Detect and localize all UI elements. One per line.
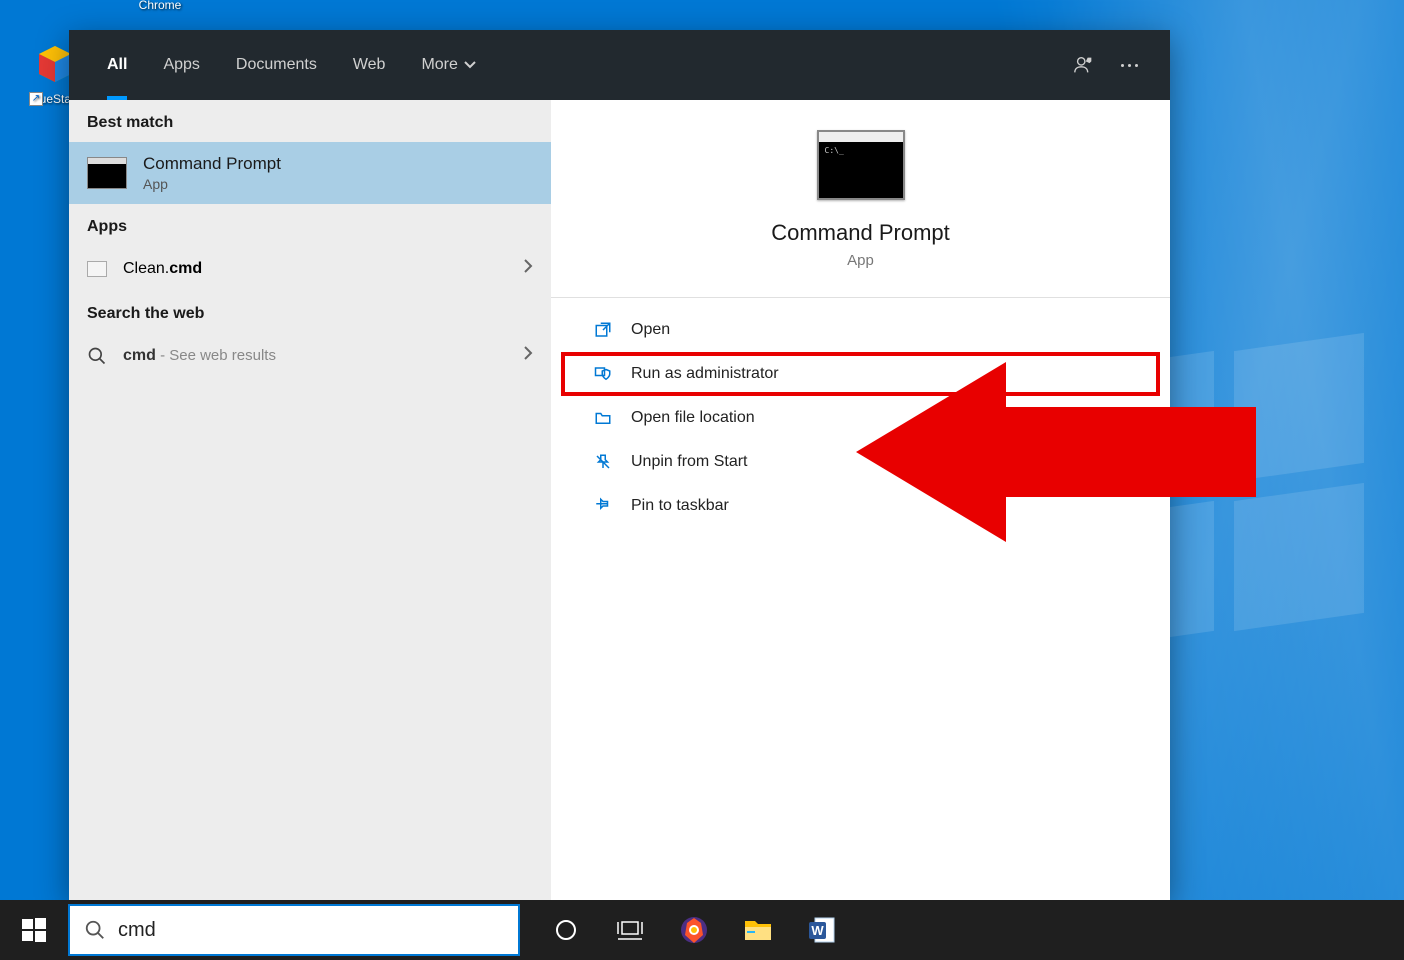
tab-more[interactable]: More	[403, 30, 493, 100]
svg-text:W: W	[811, 923, 824, 938]
chevron-right-icon	[523, 258, 533, 279]
taskbar-app-word[interactable]: W	[790, 900, 854, 960]
task-view-icon	[617, 919, 643, 941]
more-options-icon[interactable]	[1121, 64, 1138, 67]
best-match-command-prompt[interactable]: Command Prompt App	[69, 142, 551, 204]
search-icon	[84, 919, 106, 941]
command-prompt-icon	[87, 157, 127, 189]
preview-title: Command Prompt	[771, 220, 950, 246]
preview-subtitle: App	[847, 252, 874, 269]
open-icon	[593, 320, 613, 340]
apps-result-clean-cmd[interactable]: Clean.cmd	[69, 246, 551, 291]
start-search-panel: All Apps Documents Web More Best match	[69, 30, 1170, 900]
action-open[interactable]: Open	[551, 308, 1170, 352]
taskbar-search-box[interactable]	[68, 904, 520, 956]
search-icon	[87, 346, 107, 366]
best-match-title: Command Prompt	[143, 154, 281, 174]
action-label: Pin to taskbar	[631, 497, 729, 515]
taskbar-cortana[interactable]	[534, 900, 598, 960]
tab-all[interactable]: All	[89, 30, 145, 100]
taskbar-task-view[interactable]	[598, 900, 662, 960]
windows-icon	[22, 918, 46, 942]
cortana-icon	[554, 918, 578, 942]
chevron-right-icon	[523, 345, 533, 366]
word-icon: W	[807, 915, 837, 945]
result-text: Clean.cmd	[123, 260, 202, 278]
folder-icon	[593, 408, 613, 428]
action-label: Unpin from Start	[631, 453, 747, 471]
best-match-subtitle: App	[143, 176, 281, 192]
search-preview-pane: Command Prompt App Open Run as administr…	[551, 100, 1170, 900]
action-run-as-administrator[interactable]: Run as administrator	[563, 354, 1158, 394]
taskbar: W	[0, 900, 1404, 960]
section-apps: Apps	[69, 204, 551, 246]
taskbar-app-brave[interactable]	[662, 900, 726, 960]
command-prompt-icon	[817, 130, 905, 200]
file-explorer-icon	[743, 917, 773, 943]
pin-icon	[593, 496, 613, 516]
action-pin-to-taskbar[interactable]: Pin to taskbar	[551, 484, 1170, 528]
tab-more-label: More	[421, 56, 457, 74]
icon-label: Chrome	[120, 0, 200, 12]
chevron-down-icon	[464, 56, 476, 74]
action-label: Run as administrator	[631, 365, 779, 383]
tab-apps[interactable]: Apps	[145, 30, 217, 100]
web-result-cmd[interactable]: cmd - See web results	[69, 333, 551, 378]
shortcut-arrow-icon: ↗	[29, 92, 43, 106]
search-results-list: Best match Command Prompt App Apps Clean…	[69, 100, 551, 900]
feedback-icon[interactable]	[1073, 54, 1095, 76]
action-open-file-location[interactable]: Open file location	[551, 396, 1170, 440]
run-admin-icon	[593, 364, 613, 384]
search-filter-tabs: All Apps Documents Web More	[69, 30, 1170, 100]
result-text: cmd - See web results	[123, 347, 276, 365]
section-search-web: Search the web	[69, 291, 551, 333]
section-best-match: Best match	[69, 100, 551, 142]
file-icon	[87, 261, 107, 277]
tab-documents[interactable]: Documents	[218, 30, 335, 100]
action-label: Open file location	[631, 409, 755, 427]
action-label: Open	[631, 321, 670, 339]
unpin-icon	[593, 452, 613, 472]
brave-icon	[679, 915, 709, 945]
action-unpin-from-start[interactable]: Unpin from Start	[551, 440, 1170, 484]
tab-web[interactable]: Web	[335, 30, 404, 100]
taskbar-app-file-explorer[interactable]	[726, 900, 790, 960]
desktop-icon-chrome-label[interactable]: Chrome	[120, 0, 200, 12]
start-button[interactable]	[0, 900, 68, 960]
search-input[interactable]	[118, 919, 504, 942]
